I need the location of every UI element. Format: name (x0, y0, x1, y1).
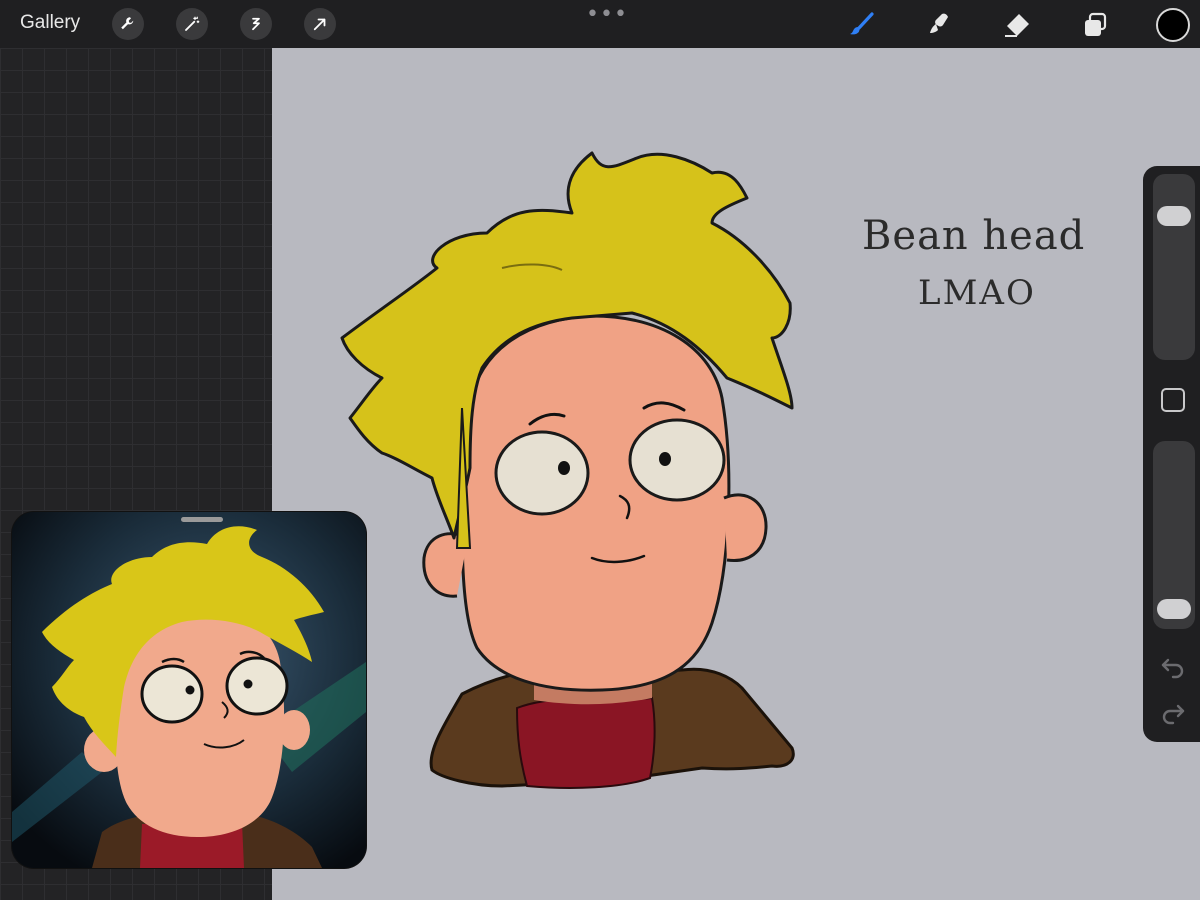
brush-icon[interactable] (845, 8, 879, 42)
handwritten-note-line1: Bean head (862, 213, 1086, 259)
wrench-icon[interactable] (112, 8, 144, 40)
magic-wand-icon[interactable] (176, 8, 208, 40)
drawing-canvas[interactable]: Bean head LMAO (272, 48, 1200, 900)
top-toolbar: Gallery ••• (0, 0, 1200, 48)
eraser-icon[interactable] (1000, 8, 1034, 42)
color-picker-button[interactable] (1156, 8, 1190, 42)
selection-icon[interactable] (240, 8, 272, 40)
reference-image (12, 512, 366, 868)
undo-icon[interactable] (1159, 652, 1187, 680)
brush-opacity-slider[interactable] (1153, 441, 1195, 629)
brush-opacity-thumb[interactable] (1157, 598, 1191, 619)
character-sketch (340, 151, 795, 789)
more-options-button[interactable]: ••• (586, 2, 628, 27)
handwritten-note-line2: LMAO (918, 273, 1036, 313)
reference-window[interactable] (12, 512, 366, 868)
redo-icon[interactable] (1159, 698, 1187, 726)
layers-icon[interactable] (1078, 8, 1112, 42)
transform-arrow-icon[interactable] (304, 8, 336, 40)
brush-size-slider[interactable] (1153, 174, 1195, 360)
reference-drag-handle[interactable] (181, 517, 223, 522)
smudge-icon[interactable] (923, 8, 957, 42)
gallery-button[interactable]: Gallery (20, 12, 80, 34)
brush-sidebar (1143, 166, 1200, 742)
square-icon[interactable] (1161, 388, 1185, 412)
brush-size-thumb[interactable] (1157, 206, 1191, 227)
